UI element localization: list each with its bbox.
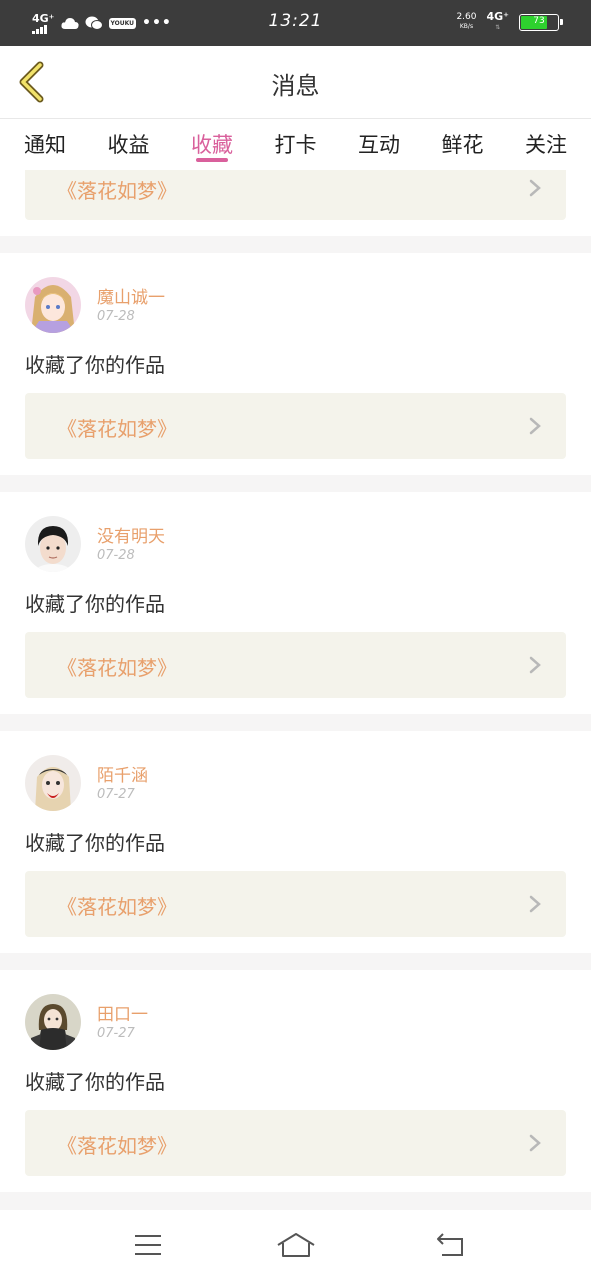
list-item: 田口一 07-27 收藏了你的作品 《落花如梦》	[0, 970, 591, 1192]
list-item: 没有明天 07-28 收藏了你的作品 《落花如梦》	[0, 492, 591, 714]
username[interactable]: 没有明天	[97, 522, 165, 547]
work-title: 《落花如梦》	[57, 417, 177, 441]
work-title: 《落花如梦》	[57, 656, 177, 680]
return-icon	[437, 1233, 463, 1256]
tab-interactions[interactable]: 互动	[358, 119, 400, 170]
list-item: 陌千涵 07-27 收藏了你的作品 《落花如梦》	[0, 731, 591, 953]
list-item: 《落花如梦》	[0, 170, 591, 236]
tab-flowers[interactable]: 鲜花	[442, 119, 484, 170]
tab-label: 关注	[525, 133, 567, 157]
activity-text: 收藏了你的作品	[25, 353, 165, 377]
work-link[interactable]: 《落花如梦》	[25, 393, 566, 459]
speed-value: 2.60	[456, 12, 477, 22]
username[interactable]: 田口一	[97, 1000, 148, 1025]
network-arrows-icon: ⇅	[495, 24, 501, 31]
active-tab-indicator	[196, 158, 228, 162]
avatar[interactable]	[25, 277, 81, 333]
work-link[interactable]: 《落花如梦》	[25, 871, 566, 937]
speed-unit: KB/s	[459, 23, 474, 30]
app-header: 消息	[0, 46, 591, 118]
tab-label: 收藏	[191, 133, 233, 157]
back-nav-button[interactable]	[430, 1230, 470, 1260]
date: 07-28	[97, 548, 135, 563]
favorites-feed[interactable]: 《落花如梦》 魔山诚一 07-28 收藏了你的作品 《落花如梦》 没有明天 07…	[0, 170, 591, 1210]
chevron-right-icon	[529, 1134, 541, 1152]
battery-icon: 73	[519, 13, 563, 31]
work-title: 《落花如梦》	[57, 179, 177, 203]
avatar-image	[25, 755, 81, 811]
work-title: 《落花如梦》	[57, 895, 177, 919]
system-nav-bar	[0, 1210, 591, 1280]
chevron-right-icon	[529, 656, 541, 674]
chevron-right-icon	[529, 895, 541, 913]
status-right: 2.60 KB/s 4G⁺ ⇅ 73	[456, 11, 563, 33]
avatar-image	[25, 516, 81, 572]
tab-label: 鲜花	[441, 133, 484, 157]
chevron-right-icon	[529, 417, 541, 435]
network-speed: 2.60 KB/s	[456, 12, 476, 32]
avatar-image	[25, 994, 81, 1050]
date: 07-27	[97, 787, 135, 802]
activity-text: 收藏了你的作品	[25, 831, 165, 855]
tab-checkin[interactable]: 打卡	[275, 119, 317, 170]
list-item: 魔山诚一 07-28 收藏了你的作品 《落花如梦》	[0, 253, 591, 475]
activity-text: 收藏了你的作品	[25, 592, 165, 616]
work-link[interactable]: 《落花如梦》	[25, 632, 566, 698]
tab-favorites[interactable]: 收藏	[191, 119, 233, 170]
menu-button[interactable]	[128, 1230, 168, 1260]
username[interactable]: 魔山诚一	[97, 283, 165, 308]
tab-earnings[interactable]: 收益	[108, 119, 150, 170]
chevron-right-icon	[529, 179, 541, 197]
home-icon	[277, 1233, 315, 1257]
tab-bar: 通知 收益 收藏 打卡 互动 鲜花 关注	[0, 118, 591, 170]
avatar[interactable]	[25, 755, 81, 811]
avatar[interactable]	[25, 994, 81, 1050]
network-type-right: 4G⁺ ⇅	[487, 11, 510, 33]
tab-label: 互动	[358, 133, 400, 157]
tab-label: 通知	[24, 133, 66, 157]
home-button[interactable]	[276, 1230, 316, 1260]
avatar-image	[25, 277, 81, 333]
date: 07-28	[97, 309, 135, 324]
status-bar: 4G⁺ YOUKU ••• 13:21 2.60 KB/s 4G⁺ ⇅ 73	[0, 0, 591, 46]
work-link[interactable]: 《落花如梦》	[25, 1110, 566, 1176]
tab-notifications[interactable]: 通知	[24, 119, 66, 170]
tab-label: 打卡	[274, 133, 317, 157]
work-link[interactable]: 《落花如梦》	[25, 170, 566, 220]
avatar[interactable]	[25, 516, 81, 572]
tab-label: 收益	[107, 133, 150, 157]
tab-follows[interactable]: 关注	[525, 119, 567, 170]
menu-icon	[135, 1235, 161, 1255]
work-title: 《落花如梦》	[57, 1134, 177, 1158]
username[interactable]: 陌千涵	[97, 761, 148, 786]
page-title: 消息	[271, 72, 320, 100]
date: 07-27	[97, 1026, 135, 1041]
activity-text: 收藏了你的作品	[25, 1070, 165, 1094]
battery-level: 73	[533, 15, 545, 26]
